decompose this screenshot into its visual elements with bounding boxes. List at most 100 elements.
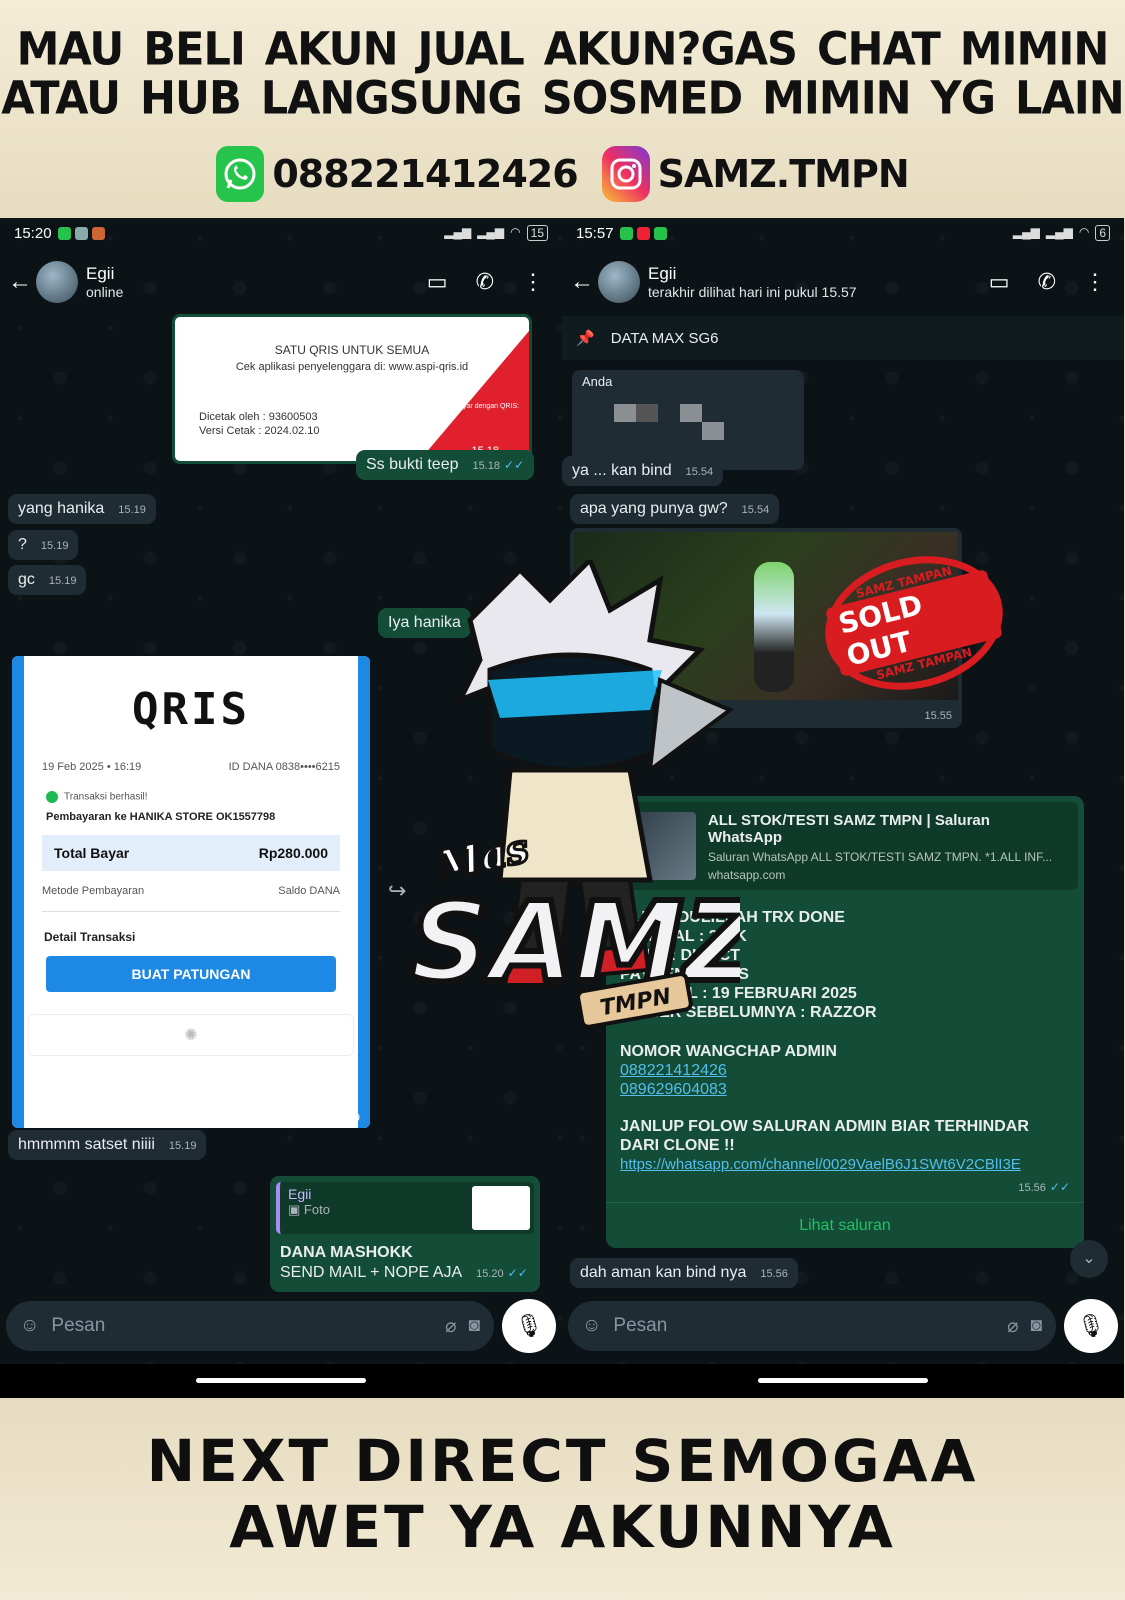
channel-url-link[interactable]: https://whatsapp.com/channel/0029VaelB6J… <box>620 1155 1070 1174</box>
message-text: ? <box>18 536 27 553</box>
pinned-message-bar[interactable]: 📌 DATA MAX SG6 <box>562 316 1124 360</box>
attach-icon[interactable]: ⌀ <box>445 1315 456 1338</box>
mic-icon: 🎙 <box>1077 1313 1105 1338</box>
message-bubble-in[interactable]: ? 15.19 <box>8 530 79 560</box>
qris-subtitle: Cek aplikasi penyelenggara di: www.aspi-… <box>235 361 469 373</box>
qris-version: Versi Cetak : 2024.02.10 <box>199 425 320 437</box>
message-text: yang hanika <box>18 500 105 517</box>
message-input[interactable]: ☺ Pesan ⌀ ◙ <box>568 1301 1056 1351</box>
phone-icon[interactable]: ✆ <box>476 269 494 295</box>
top-banner: MAU BELI AKUN JUAL AKUN?GAS CHAT MIMIN A… <box>0 0 1125 218</box>
view-channel-button[interactable]: Lihat saluran <box>606 1202 1084 1248</box>
censor-block <box>614 404 636 422</box>
message-text: dah aman kan bind nya <box>580 1264 747 1281</box>
nav-bar <box>562 1364 1124 1398</box>
channel-desc: Saluran WhatsApp ALL STOK/TESTI SAMZ TMP… <box>707 850 1053 864</box>
qris-title: SATU QRIS UNTUK SEMUA <box>274 343 430 357</box>
app-notif-icon <box>74 226 88 240</box>
qris-logo: QRIS <box>132 684 250 735</box>
detail-label: Detail Transaksi <box>44 930 136 944</box>
message-input[interactable]: ☺ Pesan ⌀ ◙ <box>6 1301 494 1351</box>
video-call-icon[interactable]: ▭ <box>989 269 1010 295</box>
message-text: apa yang punya gw? <box>580 500 728 517</box>
read-ticks-icon: ✓✓ <box>504 458 525 472</box>
message-time: 15.54 <box>741 504 770 516</box>
sticker-icon[interactable]: ☺ <box>582 1315 601 1337</box>
notification-icons <box>57 226 105 240</box>
message-bubble-in[interactable]: apa yang punya gw? 15.54 <box>570 494 780 524</box>
message-bubble-out[interactable]: Ss bukti teep 15.18 ✓✓ <box>356 450 535 480</box>
censor-block <box>636 404 658 422</box>
attach-icon[interactable]: ⌀ <box>1007 1315 1018 1338</box>
loading-spinner-icon: ✺ <box>28 1014 354 1056</box>
receipt-edge <box>12 656 24 1128</box>
contact-status: online <box>86 284 124 300</box>
contact-info[interactable]: Egii terakhir dilihat hari ini pukul 15.… <box>648 264 857 300</box>
patungan-button[interactable]: BUAT PATUNGAN <box>46 956 336 992</box>
channel-domain: whatsapp.com <box>707 868 786 882</box>
admin-number-link[interactable]: 089629604083 <box>620 1080 1070 1099</box>
wifi-icon: ◠ <box>1078 225 1090 239</box>
contact-status: terakhir dilihat hari ini pukul 15.57 <box>648 284 857 300</box>
message-input-bar: ☺ Pesan ⌀ ◙ 🎙 <box>0 1298 562 1354</box>
censor-block <box>702 422 724 440</box>
message-time: 15.55 <box>924 710 952 722</box>
scroll-down-button[interactable]: ⌄ <box>1070 1240 1108 1278</box>
receipt-status: Transaksi berhasil! <box>12 773 370 803</box>
sticker-icon[interactable]: ☺ <box>20 1315 39 1337</box>
bottom-banner: NEXT DIRECT SEMOGAA AWET YA AKUNNYA <box>0 1398 1125 1600</box>
status-bar: 15:20 ▂▄▆ ▂▄▆ ◠ 15 <box>0 218 562 248</box>
read-ticks-icon: ✓✓ <box>507 1266 528 1280</box>
more-menu-icon[interactable]: ⋮ <box>522 269 544 295</box>
message-time: 15.54 <box>685 466 714 478</box>
message-bubble-in[interactable]: hmmmm satset niiii 15.19 <box>8 1130 207 1160</box>
reply-line-1: DANA MASHOKK <box>280 1244 413 1261</box>
whatsapp-notif-icon <box>653 226 667 240</box>
dana-receipt-image[interactable]: QRIS 19 Feb 2025 • 16:19 ID DANA 0838•••… <box>12 656 370 1128</box>
contact-name: Egii <box>648 264 677 283</box>
reply-bubble[interactable]: Egii ▣ Foto DANA MASHOKK SEND MAIL + NOP… <box>270 1176 540 1292</box>
message-text: Ss bukti teep <box>366 456 459 473</box>
status-time: 15:57 <box>576 224 614 242</box>
chat-header: ← Egii online ▭ ✆ ⋮ <box>0 252 562 312</box>
banner-headline-1: MAU BELI AKUN JUAL AKUN?GAS CHAT MIMIN <box>16 23 1110 76</box>
message-bubble-in[interactable]: dah aman kan bind nya 15.56 <box>570 1258 798 1288</box>
receipt-id: ID DANA 0838••••6215 <box>228 761 340 773</box>
signal-icon: ▂▄▆ <box>1045 225 1073 239</box>
back-arrow-icon[interactable]: ← <box>570 268 598 296</box>
mic-button[interactable]: 🎙 <box>502 1299 556 1353</box>
receipt-total: Total Bayar Rp280.000 <box>42 835 340 871</box>
signal-icon: ▂▄▆ <box>444 225 472 239</box>
home-handle[interactable] <box>758 1378 928 1383</box>
mascot-text-samz: SAMZ <box>410 878 740 1006</box>
mic-button[interactable]: 🎙 <box>1064 1299 1118 1353</box>
status-bar: 15:57 ▂▄▆ ▂▄▆ ◠ 6 <box>562 218 1124 248</box>
avatar[interactable] <box>36 261 78 303</box>
banner-headline-2: ATAU HUB LANGSUNG SOSMED MIMIN YG LAIN <box>1 72 1124 126</box>
receipt-status-text: Transaksi berhasil! <box>64 791 148 803</box>
phone-icon[interactable]: ✆ <box>1038 269 1056 295</box>
quoted-author: Anda <box>582 374 613 389</box>
quoted-message[interactable]: Egii ▣ Foto <box>276 1182 534 1234</box>
whatsapp-notif-icon <box>57 226 71 240</box>
check-icon <box>46 791 58 803</box>
avatar[interactable] <box>598 261 640 303</box>
back-arrow-icon[interactable]: ← <box>8 268 36 296</box>
qris-poster-image[interactable]: SATU QRIS UNTUK SEMUA Cek aplikasi penye… <box>172 314 532 464</box>
contact-info[interactable]: Egii online <box>86 264 123 300</box>
video-call-icon[interactable]: ▭ <box>427 269 448 295</box>
quoted-reply-bubble[interactable]: Anda <box>572 370 804 470</box>
more-menu-icon[interactable]: ⋮ <box>1084 269 1106 295</box>
message-time: 15.56 <box>760 1268 788 1280</box>
message-bubble-in[interactable]: yang hanika 15.19 <box>8 494 156 524</box>
admin-number-link[interactable]: 088221412426 <box>620 1061 1070 1080</box>
home-handle[interactable] <box>196 1378 366 1383</box>
camera-icon[interactable]: ◙ <box>1031 1315 1042 1337</box>
camera-icon[interactable]: ◙ <box>469 1315 480 1337</box>
whatsapp-contact: 088221412426 <box>216 146 579 202</box>
censor-block <box>680 404 702 422</box>
message-bubble-in[interactable]: gc 15.19 <box>8 565 87 595</box>
signal-icon: ▂▄▆ <box>477 225 505 239</box>
message-bubble-in[interactable]: ya ... kan bind 15.54 <box>562 456 724 486</box>
whatsapp-notif-icon <box>619 226 633 240</box>
